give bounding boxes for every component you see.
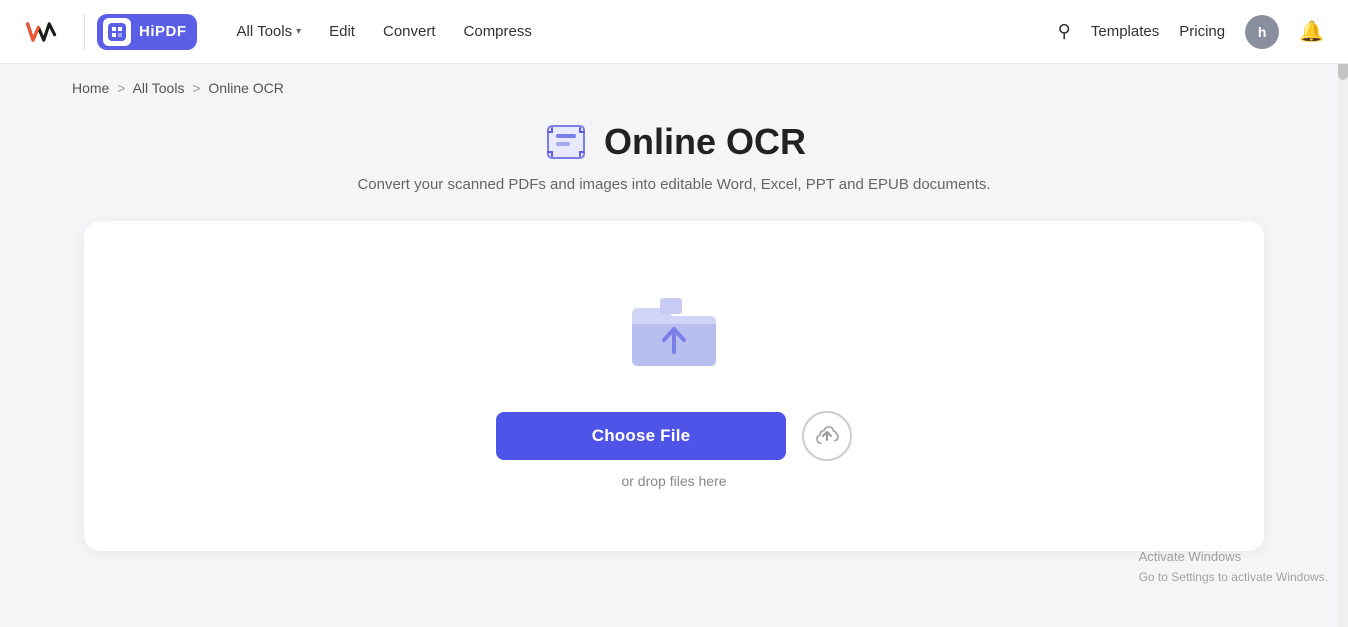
nav-compress[interactable]: Compress — [452, 15, 544, 48]
page-title: Online OCR — [604, 121, 806, 163]
activate-windows-overlay: Activate Windows Go to Settings to activ… — [1139, 547, 1328, 587]
wondershare-logo[interactable] — [24, 18, 60, 46]
logo-divider — [84, 14, 85, 50]
notification-bell-icon[interactable]: 🔔 — [1299, 19, 1324, 44]
cloud-upload-button[interactable] — [802, 411, 852, 461]
breadcrumb-current: Online OCR — [208, 80, 283, 96]
upload-folder-icon — [624, 294, 724, 379]
breadcrumb: Home > All Tools > Online OCR — [0, 64, 1348, 108]
choose-file-button[interactable]: Choose File — [496, 412, 786, 460]
breadcrumb-sep-2: > — [192, 80, 200, 96]
upload-area: Choose File or drop files here — [84, 221, 1264, 551]
activate-windows-subtitle: Go to Settings to activate Windows. — [1139, 568, 1328, 587]
nav-links: All Tools ▾ Edit Convert Compress — [225, 15, 544, 48]
page-header: Online OCR Convert your scanned PDFs and… — [357, 118, 990, 193]
ocr-icon — [542, 118, 590, 166]
wondershare-logo-icon — [24, 18, 60, 46]
hipdf-badge[interactable]: HiPDF — [97, 14, 197, 50]
page-subtitle: Convert your scanned PDFs and images int… — [357, 176, 990, 193]
cloud-upload-icon — [815, 425, 839, 447]
search-icon[interactable]: ⚲ — [1058, 21, 1071, 42]
navbar-left: HiPDF All Tools ▾ Edit Convert Compress — [24, 14, 544, 50]
upload-buttons: Choose File — [496, 411, 852, 461]
breadcrumb-home[interactable]: Home — [72, 80, 109, 96]
nav-all-tools[interactable]: All Tools ▾ — [225, 15, 314, 48]
hipdf-icon — [103, 18, 131, 46]
nav-templates[interactable]: Templates — [1091, 23, 1159, 40]
chevron-down-icon: ▾ — [296, 26, 301, 37]
nav-edit[interactable]: Edit — [317, 15, 367, 48]
drop-hint-text: or drop files here — [621, 473, 726, 489]
main-content: Online OCR Convert your scanned PDFs and… — [0, 108, 1348, 551]
avatar[interactable]: h — [1245, 15, 1279, 49]
nav-pricing[interactable]: Pricing — [1179, 23, 1225, 40]
scrollbar[interactable] — [1338, 0, 1348, 627]
nav-convert[interactable]: Convert — [371, 15, 448, 48]
breadcrumb-sep-1: > — [117, 80, 125, 96]
page-title-row: Online OCR — [542, 118, 806, 166]
navbar-right: ⚲ Templates Pricing h 🔔 — [1058, 15, 1324, 49]
hipdf-label: HiPDF — [139, 23, 187, 40]
breadcrumb-all-tools[interactable]: All Tools — [133, 80, 185, 96]
navbar: HiPDF All Tools ▾ Edit Convert Compress … — [0, 0, 1348, 64]
